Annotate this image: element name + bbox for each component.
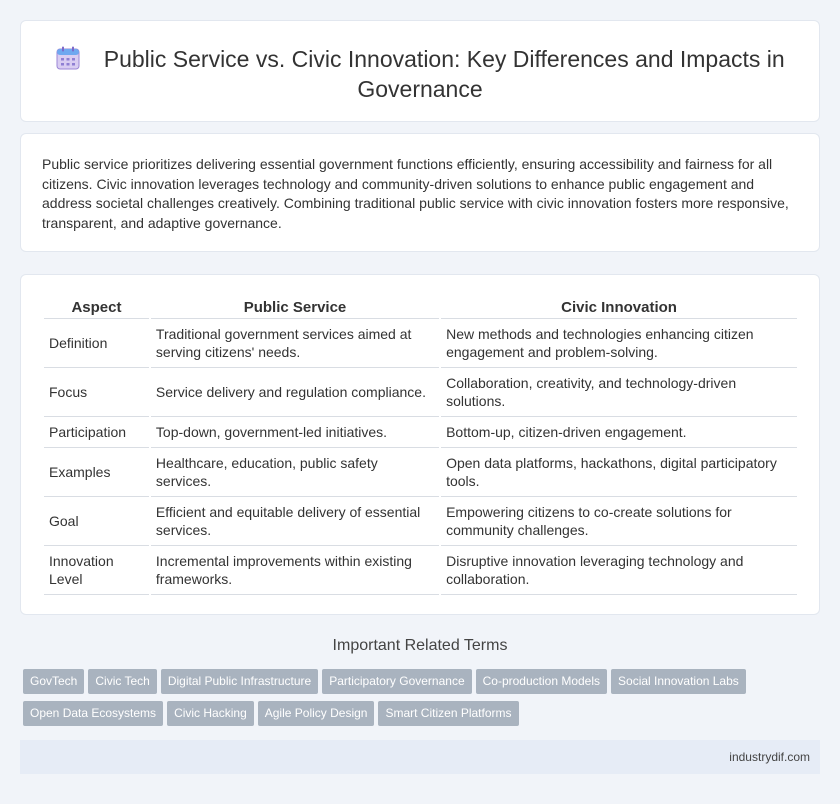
table-cell-civic-innovation: New methods and technologies enhancing c… [441,319,797,368]
tag-digital-public-infrastructure[interactable]: Digital Public Infrastructure [160,669,319,694]
table-row: Goal Efficient and equitable delivery of… [44,497,797,546]
table-cell-public-service: Top-down, government-led initiatives. [150,417,440,448]
table-row: Examples Healthcare, education, public s… [44,448,797,497]
tag-participatory-governance[interactable]: Participatory Governance [322,669,472,694]
column-header-public-service: Public Service [150,297,440,319]
table-cell-aspect: Examples [44,448,149,497]
table-cell-public-service: Service delivery and regulation complian… [150,368,440,417]
table-row: Focus Service delivery and regulation co… [44,368,797,417]
header-card: Public Service vs. Civic Innovation: Key… [20,20,820,122]
table-cell-aspect: Innovation Level [44,546,149,595]
table-cell-public-service: Traditional government services aimed at… [150,319,440,368]
page-title: Public Service vs. Civic Innovation: Key… [103,46,785,102]
table-row: Definition Traditional government servic… [44,319,797,368]
table-row: Participation Top-down, government-led i… [44,417,797,448]
comparison-table: Aspect Public Service Civic Innovation D… [42,297,799,595]
table-cell-aspect: Definition [44,319,149,368]
comparison-table-card: Aspect Public Service Civic Innovation D… [20,274,820,615]
table-cell-public-service: Healthcare, education, public safety ser… [150,448,440,497]
tag-civic-tech[interactable]: Civic Tech [88,669,157,694]
tag-social-innovation-labs[interactable]: Social Innovation Labs [611,669,746,694]
table-header-row: Aspect Public Service Civic Innovation [44,297,797,319]
column-header-aspect: Aspect [44,297,149,319]
tag-smart-citizen-platforms[interactable]: Smart Citizen Platforms [378,701,519,726]
table-cell-aspect: Focus [44,368,149,417]
tag-co-production-models[interactable]: Co-production Models [475,669,608,694]
related-terms-title: Important Related Terms [332,637,508,654]
table-row: Innovation Level Incremental improvement… [44,546,797,595]
calendar-icon [56,46,80,70]
table-cell-civic-innovation: Collaboration, creativity, and technolog… [441,368,797,417]
tag-civic-hacking[interactable]: Civic Hacking [167,701,254,726]
footer: industrydif.com [20,740,820,774]
table-cell-public-service: Incremental improvements within existing… [150,546,440,595]
table-cell-civic-innovation: Empowering citizens to co-create solutio… [441,497,797,546]
tag-open-data-ecosystems[interactable]: Open Data Ecosystems [23,701,164,726]
table-cell-public-service: Efficient and equitable delivery of esse… [150,497,440,546]
intro-paragraph: Public service prioritizes delivering es… [42,156,789,231]
table-cell-aspect: Participation [44,417,149,448]
column-header-civic-innovation: Civic Innovation [441,297,797,319]
table-cell-aspect: Goal [44,497,149,546]
intro-card: Public service prioritizes delivering es… [20,133,820,252]
footer-site-link[interactable]: industrydif.com [729,750,810,764]
table-cell-civic-innovation: Disruptive innovation leveraging technol… [441,546,797,595]
table-cell-civic-innovation: Bottom-up, citizen-driven engagement. [441,417,797,448]
tag-govtech[interactable]: GovTech [23,669,85,694]
tag-agile-policy-design[interactable]: Agile Policy Design [257,701,375,726]
table-cell-civic-innovation: Open data platforms, hackathons, digital… [441,448,797,497]
related-terms-tags: GovTech Civic Tech Digital Public Infrastr… [23,669,813,733]
header: Public Service vs. Civic Innovation: Key… [21,44,819,104]
